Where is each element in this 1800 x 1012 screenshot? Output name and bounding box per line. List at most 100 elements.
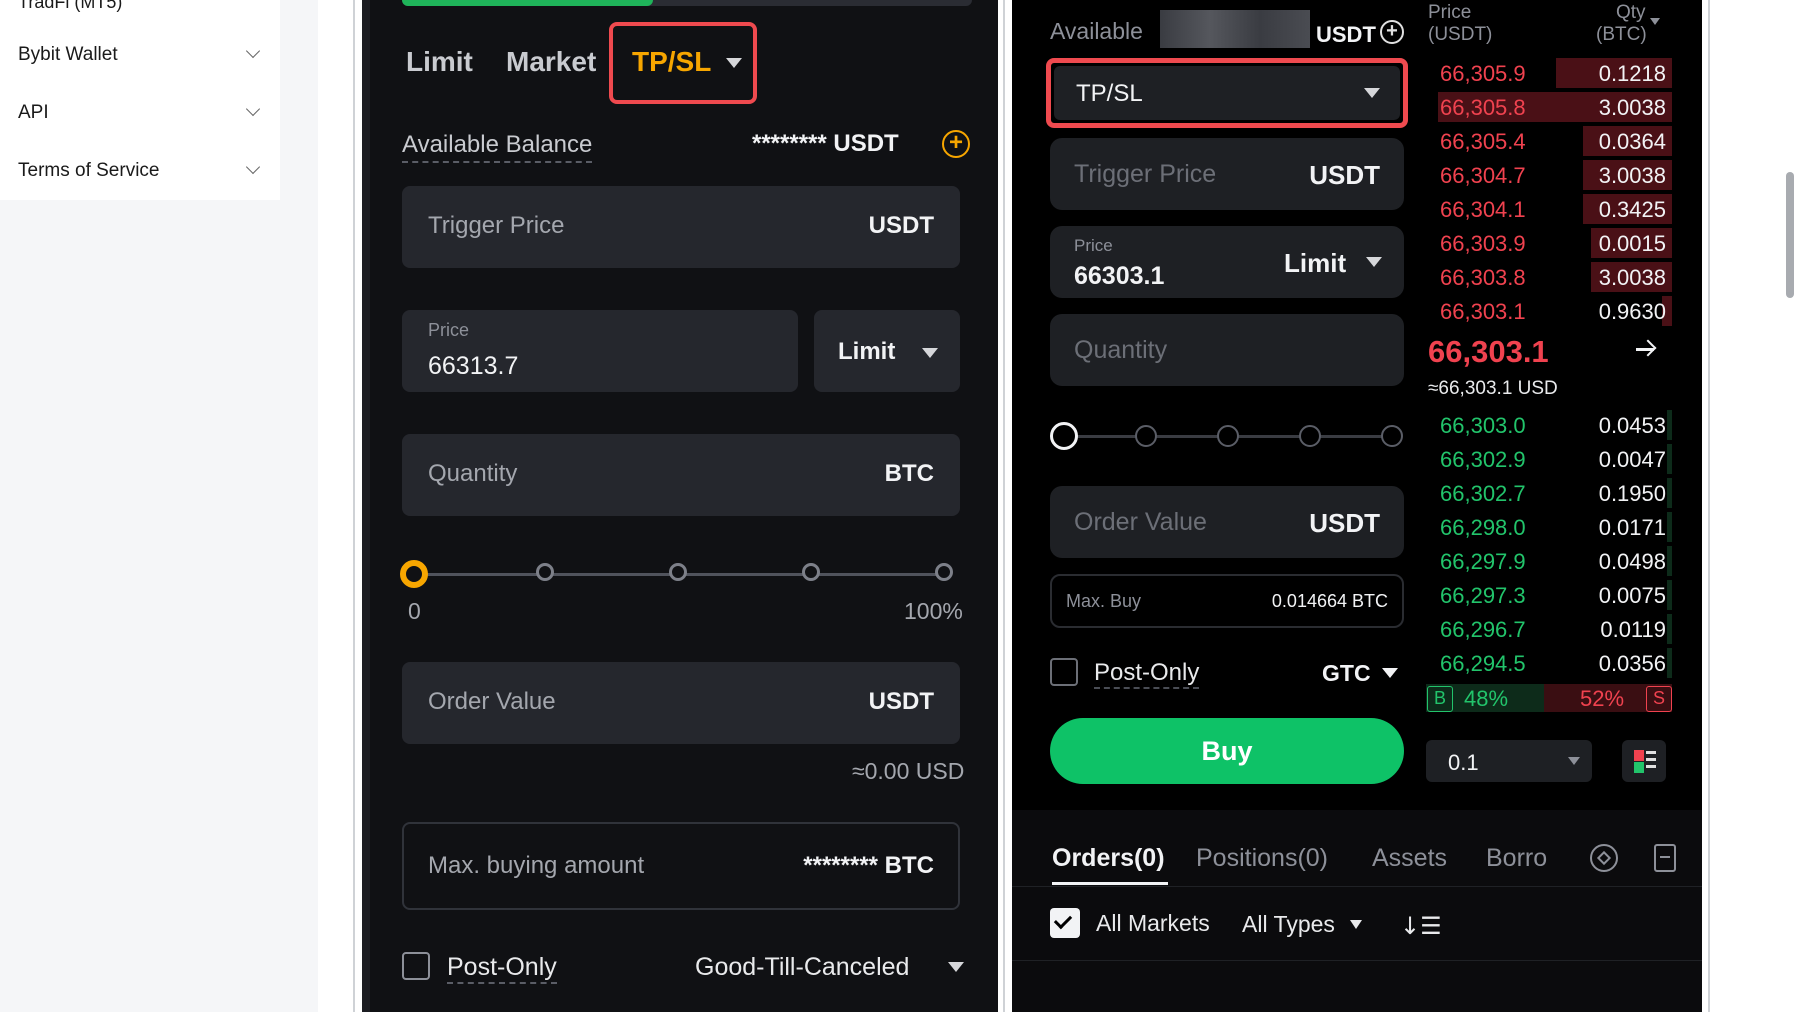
sidebar-item-api[interactable]: API [0,84,280,142]
depth-bar [1667,580,1672,610]
bid-row[interactable]: 66,302.9 0.0047 [1426,442,1672,476]
settings-icon[interactable] [1590,844,1618,872]
row-qty: 0.0498 [1598,549,1666,574]
tab-market[interactable]: Market [506,46,596,78]
price-type-select[interactable]: Limit [814,310,960,392]
order-type-select[interactable]: TP/SL [1054,66,1400,120]
row-price: 66,303.1 [1440,299,1526,324]
row-qty: 3.0038 [1598,163,1666,188]
slider-step-dot[interactable] [935,563,953,581]
post-only-checkbox[interactable] [402,952,430,980]
tab-limit[interactable]: Limit [406,46,473,78]
ask-row[interactable]: 66,304.1 0.3425 [1426,192,1672,226]
trigger-price-input[interactable]: Trigger Price USDT [402,186,960,268]
slider-step-dot[interactable] [1381,425,1403,447]
time-in-force-select[interactable]: Good-Till-Canceled [695,953,909,982]
bid-row[interactable]: 66,297.9 0.0498 [1426,544,1672,578]
layout-toggle[interactable] [1622,740,1666,782]
sort-icon[interactable]: ↓☰ [1400,912,1442,940]
sidebar-item-tradfi[interactable]: TradFi (MT5) [18,0,122,13]
chevron-down-icon [1364,88,1380,98]
ask-row[interactable]: 66,305.8 3.0038 [1426,90,1672,124]
plus-circle-icon[interactable]: + [942,130,970,158]
row-price: 66,294.5 [1440,651,1526,676]
quantity-placeholder: Quantity [428,460,518,487]
last-price: 66,303.1 [1428,334,1549,369]
depth-bar [1667,546,1672,576]
arrow-right-icon[interactable] [1636,339,1657,357]
sidebar-item-bybit-wallet[interactable]: Bybit Wallet [0,26,280,84]
ask-row[interactable]: 66,303.1 0.9630 [1426,294,1672,328]
price-type-select[interactable]: Limit [1284,248,1346,279]
chevron-down-icon [948,962,964,972]
document-icon[interactable] [1654,844,1676,872]
depth-step-select[interactable]: 0.1 [1426,740,1592,782]
price-label: Price [1074,236,1113,255]
tif-select[interactable]: GTC [1322,660,1371,687]
depth-bar [1667,478,1672,508]
tab-assets[interactable]: Assets [1372,844,1447,873]
slider-step-dot[interactable] [669,563,687,581]
price-value: 66303.1 [1074,262,1165,290]
bid-row[interactable]: 66,302.7 0.1950 [1426,476,1672,510]
bid-row[interactable]: 66,297.3 0.0075 [1426,578,1672,612]
tab-positions[interactable]: Positions(0) [1196,844,1328,873]
row-price: 66,297.9 [1440,549,1526,574]
row-price: 66,305.9 [1440,61,1526,86]
sidebar-item-terms[interactable]: Terms of Service [0,142,280,200]
chevron-down-icon [1350,920,1362,929]
quantity-input[interactable]: Quantity BTC [402,434,960,516]
ask-row[interactable]: 66,305.9 0.1218 [1426,56,1672,90]
slider-step-dot[interactable] [802,563,820,581]
tab-tpsl[interactable]: TP/SL [632,46,711,78]
layout-icon-part [1646,751,1656,754]
ask-row[interactable]: 66,303.8 3.0038 [1426,260,1672,294]
tabs-divider [1012,886,1702,887]
order-value-input[interactable]: Order Value USDT [402,662,960,744]
tab-borrow[interactable]: Borro [1486,844,1570,873]
slider-step-dot[interactable] [1135,425,1157,447]
ask-row[interactable]: 66,303.9 0.0015 [1426,226,1672,260]
progress-fill [402,0,653,6]
usd-approx: ≈0.00 USD [852,758,965,784]
price-label: Price [428,320,470,340]
bid-row[interactable]: 66,298.0 0.0171 [1426,510,1672,544]
frame-border [353,0,355,1012]
all-markets-checkbox[interactable] [1050,908,1080,938]
bid-row[interactable]: 66,294.5 0.0356 [1426,646,1672,680]
row-price: 66,303.8 [1440,265,1526,290]
tab-orders[interactable]: Orders(0) [1052,844,1165,873]
bid-row[interactable]: 66,296.7 0.0119 [1426,612,1672,646]
ask-row[interactable]: 66,304.7 3.0038 [1426,158,1672,192]
price-input[interactable]: Price 66313.7 [402,310,798,392]
chevron-down-icon[interactable] [1650,18,1660,25]
bid-row[interactable]: 66,303.0 0.0453 [1426,408,1672,442]
available-balance-value: ******** USDT [752,130,899,157]
row-price: 66,302.7 [1440,481,1526,506]
ask-row[interactable]: 66,305.4 0.0364 [1426,124,1672,158]
all-markets-label: All Markets [1096,910,1210,936]
slider-step-dot[interactable] [1217,425,1239,447]
slider-step-dot[interactable] [1050,422,1078,450]
chevron-down-icon [1382,668,1398,678]
page-scrollbar[interactable] [1786,172,1794,298]
buy-button[interactable]: Buy [1050,718,1404,784]
trigger-price-unit: USDT [868,212,934,239]
plus-circle-icon[interactable]: + [1380,20,1404,44]
slider-step-dot[interactable] [400,560,428,588]
last-price-usd: ≈66,303.1 USD [1428,378,1558,399]
depth-bar [1667,614,1672,644]
price-input[interactable]: Price 66303.1 Limit [1050,226,1404,298]
filter-divider [1012,960,1702,961]
slider-step-dot[interactable] [536,563,554,581]
trigger-price-input[interactable]: Trigger Price USDT [1050,138,1404,210]
row-qty: 0.3425 [1598,197,1666,222]
slider-step-dot[interactable] [1299,425,1321,447]
row-price: 66,297.3 [1440,583,1526,608]
order-value-input[interactable]: Order Value USDT [1050,486,1404,558]
max-buy-value: 0.014664 BTC [1271,591,1388,611]
quantity-input[interactable]: Quantity [1050,314,1404,386]
all-types-select[interactable]: All Types [1242,911,1335,938]
row-price: 66,303.0 [1440,413,1526,438]
post-only-checkbox[interactable] [1050,658,1078,686]
